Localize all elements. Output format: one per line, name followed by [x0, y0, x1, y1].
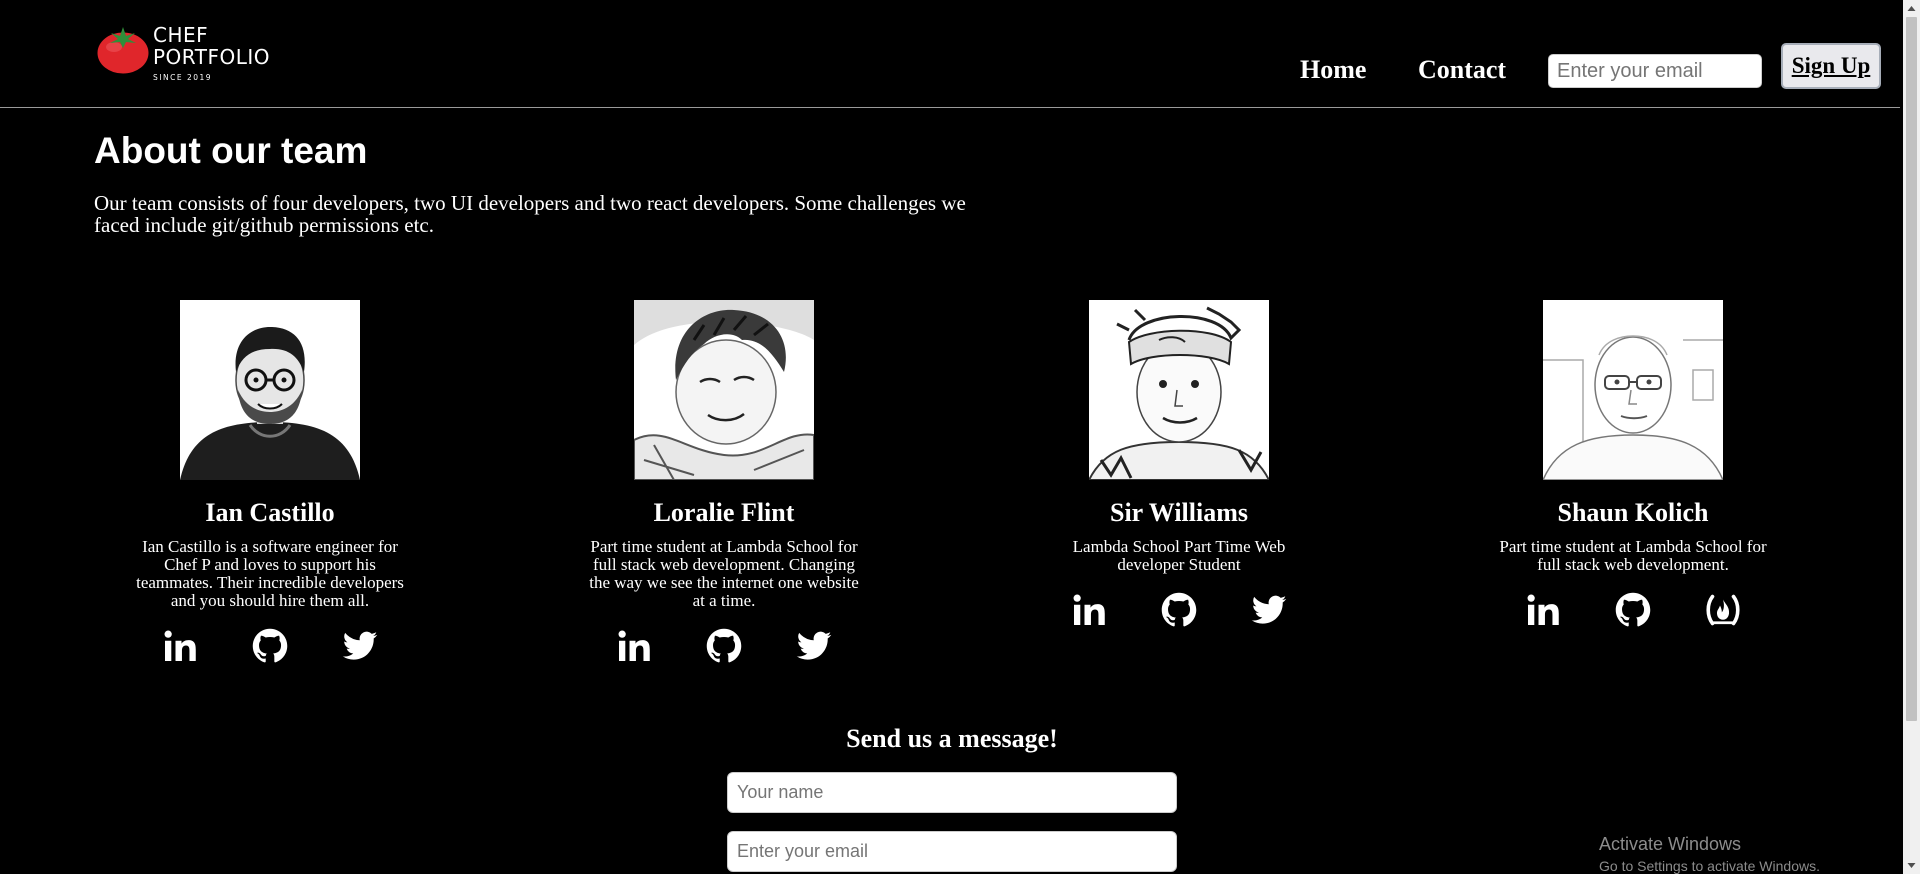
logo-line-1: CHEF [153, 23, 209, 47]
tomato-icon [97, 27, 149, 74]
twitter-icon[interactable] [796, 628, 832, 664]
member-bio: Part time student at Lambda School for f… [1499, 537, 1767, 574]
member-photo [180, 300, 360, 480]
freecodecamp-icon[interactable] [1705, 592, 1741, 628]
logo-since: SINCE 2019 [153, 73, 213, 82]
team-member-card: Shaun Kolich Part time student at Lambda… [1483, 300, 1783, 628]
scroll-up-arrow-icon[interactable] [1903, 0, 1920, 17]
linkedin-icon[interactable] [162, 628, 198, 664]
member-bio: Ian Castillo is a software engineer for … [136, 537, 404, 610]
member-name: Sir Williams [1110, 498, 1248, 527]
github-icon[interactable] [252, 628, 288, 664]
scroll-down-arrow-icon[interactable] [1903, 857, 1920, 874]
logo-text: CHEF PORTFOLIO SINCE 2019 [153, 24, 270, 82]
linkedin-icon[interactable] [616, 628, 652, 664]
logo-line-2: PORTFOLIO [153, 45, 270, 69]
github-icon[interactable] [1615, 592, 1651, 628]
member-name: Ian Castillo [205, 498, 335, 527]
site-header: CHEF PORTFOLIO SINCE 2019 Home Contact S… [0, 0, 1900, 108]
member-name: Shaun Kolich [1557, 498, 1709, 527]
github-icon[interactable] [1161, 592, 1197, 628]
member-photo [634, 300, 814, 480]
team-member-card: Ian Castillo Ian Castillo is a software … [120, 300, 420, 664]
nav-home-link[interactable]: Home [1300, 55, 1366, 85]
scrollbar-thumb[interactable] [1906, 17, 1917, 721]
team-member-card: Loralie Flint Part time student at Lambd… [574, 300, 874, 664]
chef-portfolio-logo[interactable]: CHEF PORTFOLIO SINCE 2019 [96, 18, 286, 84]
contact-title: Send us a message! [846, 724, 1058, 753]
header-email-input[interactable] [1548, 54, 1762, 88]
github-icon[interactable] [706, 628, 742, 664]
member-socials [1483, 592, 1783, 628]
watermark-title: Activate Windows [1599, 834, 1742, 854]
member-name: Loralie Flint [653, 498, 795, 527]
twitter-icon[interactable] [342, 628, 378, 664]
about-description: Our team consists of four developers, tw… [94, 191, 966, 237]
activate-windows-watermark: Activate Windows Go to Settings to activ… [1599, 833, 1820, 874]
about-title: About our team [94, 130, 368, 171]
member-socials [1029, 592, 1329, 628]
signup-button[interactable]: Sign Up [1781, 43, 1881, 89]
contact-email-input[interactable] [727, 831, 1177, 872]
watermark-subtitle: Go to Settings to activate Windows. [1599, 858, 1820, 874]
member-socials [120, 628, 420, 664]
linkedin-icon[interactable] [1071, 592, 1107, 628]
twitter-icon[interactable] [1251, 592, 1287, 628]
member-photo [1089, 300, 1269, 480]
contact-name-input[interactable] [727, 772, 1177, 813]
member-bio: Lambda School Part Time Web developer St… [1072, 537, 1286, 574]
member-photo [1543, 300, 1723, 480]
team-member-card: Sir Williams Lambda School Part Time Web… [1029, 300, 1329, 628]
vertical-scrollbar[interactable] [1903, 0, 1920, 874]
nav-contact-link[interactable]: Contact [1418, 55, 1506, 85]
linkedin-icon[interactable] [1525, 592, 1561, 628]
member-socials [574, 628, 874, 664]
member-bio: Part time student at Lambda School for f… [589, 537, 859, 610]
